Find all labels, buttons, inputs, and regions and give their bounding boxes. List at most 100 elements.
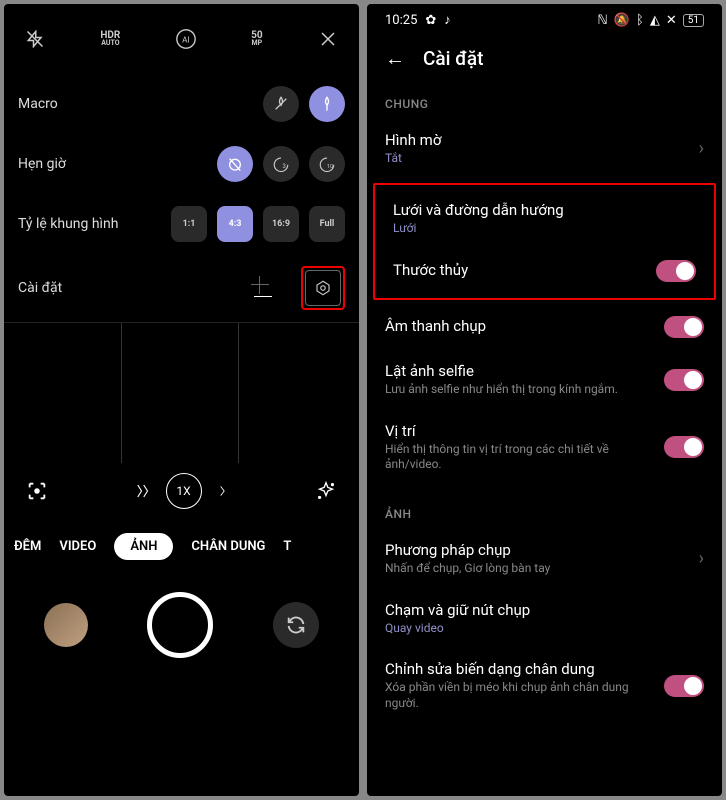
zoom-bar: 1X bbox=[4, 463, 359, 519]
settings-gear-button[interactable] bbox=[305, 270, 341, 306]
wifi-icon: ◭ bbox=[650, 13, 660, 28]
status-bar: 10:25 ✿ ♪ ℕ 🔕 ᛒ ◭ ✕ 51 bbox=[367, 4, 722, 32]
setting-method[interactable]: Phương pháp chụp Nhấn để chụp, Giơ lòng … bbox=[367, 529, 722, 589]
setting-watermark[interactable]: Hình mờ Tắt › bbox=[367, 119, 722, 179]
megapixel-button[interactable]: 50 MP bbox=[251, 31, 262, 46]
shutter-button[interactable] bbox=[147, 592, 213, 658]
settings-row: Cài đặt bbox=[4, 254, 359, 323]
hdr-auto-button[interactable]: HDR AUTO bbox=[100, 31, 120, 46]
nfc-icon: ℕ bbox=[597, 13, 607, 28]
dnd-icon: 🔕 bbox=[614, 13, 630, 28]
section-photo-label: ẢNH bbox=[367, 499, 722, 529]
viewfinder-grid bbox=[4, 323, 359, 463]
selfie-sub: Lưu ảnh selfie như hiển thị trong kính n… bbox=[385, 382, 652, 398]
settings-screen: 10:25 ✿ ♪ ℕ 🔕 ᛒ ◭ ✕ 51 ← Cài đặt CHUNG H… bbox=[367, 4, 722, 796]
setting-selfie[interactable]: Lật ảnh selfie Lưu ảnh selfie như hiển t… bbox=[367, 350, 722, 410]
camera-modes[interactable]: ĐÊM VIDEO ẢNH CHÂN DUNG T bbox=[4, 519, 359, 574]
setting-distortion[interactable]: Chỉnh sửa biến dạng chân dung Xóa phần v… bbox=[367, 648, 722, 723]
zoom-wide-icon[interactable] bbox=[134, 482, 152, 500]
ai-button[interactable]: AI bbox=[169, 22, 203, 56]
section-general-label: CHUNG bbox=[367, 89, 722, 119]
selfie-toggle[interactable] bbox=[664, 369, 704, 391]
timer-10s-button[interactable]: 10 bbox=[309, 146, 345, 182]
mp-sub-label: MP bbox=[251, 40, 262, 46]
zoom-tele-icon[interactable] bbox=[216, 482, 230, 500]
timer-off-button[interactable] bbox=[217, 146, 253, 182]
chevron-right-icon: › bbox=[699, 138, 704, 159]
camera-app-screen: HDR AUTO AI 50 MP Macro Hẹn giờ bbox=[4, 4, 359, 796]
switch-camera-button[interactable] bbox=[273, 602, 319, 648]
settings-header: ← Cài đặt bbox=[367, 32, 722, 89]
hdr-sub-label: AUTO bbox=[100, 40, 120, 46]
flash-off-icon[interactable] bbox=[18, 22, 52, 56]
setting-grid[interactable]: Lưới và đường dẫn hướng Lưới bbox=[375, 189, 714, 249]
watermark-sub: Tắt bbox=[385, 151, 687, 167]
setting-hold[interactable]: Chạm và giữ nút chụp Quay video bbox=[367, 589, 722, 649]
mode-more[interactable]: T bbox=[283, 539, 291, 554]
shutter-row bbox=[4, 574, 359, 688]
back-arrow-icon[interactable]: ← bbox=[385, 46, 405, 71]
hold-sub: Quay video bbox=[385, 621, 704, 637]
mode-photo[interactable]: ẢNH bbox=[114, 533, 173, 560]
close-icon[interactable] bbox=[311, 22, 345, 56]
grid-sub: Lưới bbox=[393, 221, 696, 237]
settings-label: Cài đặt bbox=[18, 280, 62, 296]
macro-on-button[interactable] bbox=[309, 86, 345, 122]
ratio-4-3-button[interactable]: 4:3 bbox=[217, 206, 253, 242]
timer-label: Hẹn giờ bbox=[18, 156, 66, 172]
distort-title: Chỉnh sửa biến dạng chân dung bbox=[385, 660, 652, 678]
settings-status-icon: ✿ bbox=[425, 13, 436, 28]
method-title: Phương pháp chụp bbox=[385, 541, 687, 559]
location-toggle[interactable] bbox=[664, 436, 704, 458]
macro-row: Macro bbox=[4, 74, 359, 134]
macro-off-button[interactable] bbox=[263, 86, 299, 122]
zoom-1x-button[interactable]: 1X bbox=[166, 473, 202, 509]
chevron-right-icon: › bbox=[699, 548, 704, 569]
camera-top-bar: HDR AUTO AI 50 MP bbox=[4, 4, 359, 74]
selfie-title: Lật ảnh selfie bbox=[385, 362, 652, 380]
mode-night[interactable]: ĐÊM bbox=[14, 539, 41, 554]
settings-highlight bbox=[301, 266, 345, 310]
timer-row: Hẹn giờ 3 10 bbox=[4, 134, 359, 194]
ratio-label: Tỷ lệ khung hình bbox=[18, 216, 118, 232]
status-time: 10:25 bbox=[385, 13, 417, 28]
filters-icon[interactable] bbox=[315, 480, 337, 502]
sound-title: Âm thanh chụp bbox=[385, 317, 652, 335]
app-status-icon: ♪ bbox=[444, 12, 451, 28]
distort-sub: Xóa phần viền bị méo khi chụp ảnh chân d… bbox=[385, 680, 652, 711]
setting-location[interactable]: Vị trí Hiển thị thông tin vị trí trong c… bbox=[367, 410, 722, 485]
hold-title: Chạm và giữ nút chụp bbox=[385, 601, 704, 619]
svg-text:10: 10 bbox=[327, 164, 333, 170]
macro-label: Macro bbox=[18, 96, 58, 112]
status-icons: ℕ 🔕 ᛒ ◭ ✕ 51 bbox=[597, 13, 704, 28]
timer-3s-button[interactable]: 3 bbox=[263, 146, 299, 182]
sound-toggle[interactable] bbox=[664, 316, 704, 338]
level-toggle[interactable] bbox=[656, 260, 696, 282]
location-title: Vị trí bbox=[385, 422, 652, 440]
level-title: Thước thủy bbox=[393, 261, 644, 279]
svg-text:AI: AI bbox=[182, 36, 190, 46]
setting-sound[interactable]: Âm thanh chụp bbox=[367, 304, 722, 350]
signal-icon: ✕ bbox=[666, 13, 677, 28]
grid-title: Lưới và đường dẫn hướng bbox=[393, 201, 696, 219]
watermark-title: Hình mờ bbox=[385, 131, 687, 149]
distort-toggle[interactable] bbox=[664, 675, 704, 697]
focus-icon[interactable] bbox=[26, 480, 48, 502]
ratio-full-button[interactable]: Full bbox=[309, 206, 345, 242]
aspect-ratio-row: Tỷ lệ khung hình 1:1 4:3 16:9 Full bbox=[4, 194, 359, 254]
location-sub: Hiển thị thông tin vị trí trong các chi … bbox=[385, 442, 652, 473]
mode-video[interactable]: VIDEO bbox=[59, 539, 96, 554]
grid-level-highlight: Lưới và đường dẫn hướng Lưới Thước thủy bbox=[373, 183, 716, 301]
settings-title: Cài đặt bbox=[423, 47, 483, 70]
crosshair-icon bbox=[251, 270, 287, 306]
zoom-controls: 1X bbox=[134, 473, 230, 509]
svg-text:3: 3 bbox=[283, 163, 286, 170]
bluetooth-icon: ᛒ bbox=[636, 13, 644, 28]
mode-portrait[interactable]: CHÂN DUNG bbox=[191, 539, 265, 554]
gallery-thumbnail[interactable] bbox=[44, 603, 88, 647]
ratio-1-1-button[interactable]: 1:1 bbox=[171, 206, 207, 242]
ratio-16-9-button[interactable]: 16:9 bbox=[263, 206, 299, 242]
method-sub: Nhấn để chụp, Giơ lòng bàn tay bbox=[385, 561, 687, 577]
battery-indicator: 51 bbox=[683, 14, 704, 27]
setting-level[interactable]: Thước thủy bbox=[375, 248, 714, 294]
